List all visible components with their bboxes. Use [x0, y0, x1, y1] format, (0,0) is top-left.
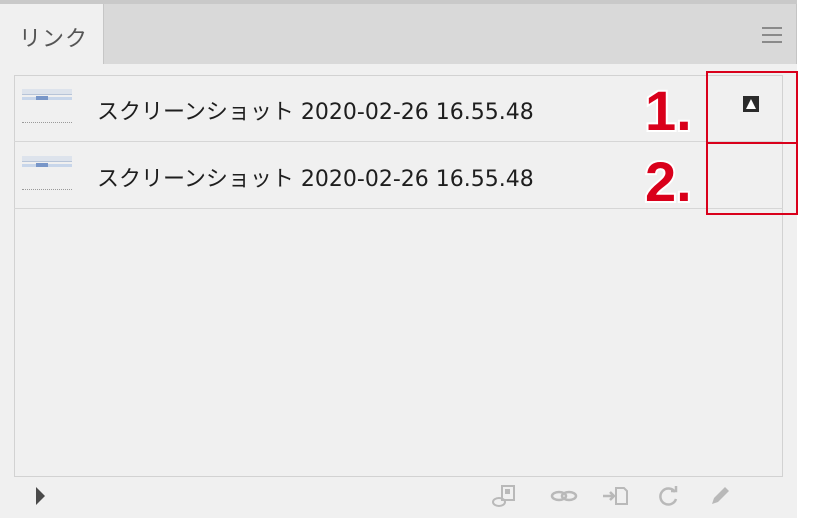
tab-links-label: リンク [19, 27, 89, 52]
annotation-box-1 [706, 71, 798, 144]
link-name: スクリーンショット 2020-02-26 16.55.48 [97, 100, 534, 125]
panel-top-edge [0, 0, 797, 4]
go-to-link-icon[interactable] [600, 482, 630, 510]
panel-menu-icon[interactable] [762, 27, 782, 43]
annotation-label-1: 1. [643, 79, 694, 142]
expand-triangle-icon[interactable] [36, 487, 45, 505]
annotation-box-2 [706, 142, 798, 215]
links-panel: リンク スクリーンショット 2020-02-26 16.55.48 スクリーンシ… [0, 0, 798, 518]
tab-links[interactable]: リンク [0, 4, 104, 64]
thumbnail [22, 89, 72, 129]
relink-to-libraries-icon[interactable] [490, 482, 520, 510]
thumbnail [22, 156, 72, 196]
update-link-icon[interactable] [653, 482, 683, 510]
relink-icon[interactable] [549, 482, 579, 510]
edit-original-icon[interactable] [704, 482, 734, 510]
link-name: スクリーンショット 2020-02-26 16.55.48 [97, 167, 534, 192]
annotation-label-2: 2. [643, 150, 694, 213]
